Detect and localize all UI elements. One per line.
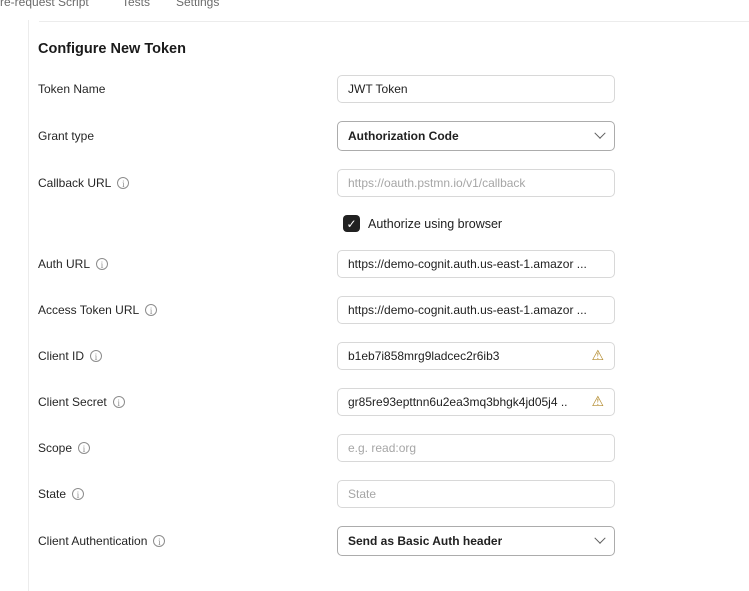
field-row-token-name: Token Name (38, 75, 616, 103)
vertical-divider (28, 20, 29, 591)
field-row-client-secret: Client Secret i ⚠ (38, 388, 616, 416)
grant-type-label-cell: Grant type (38, 129, 337, 143)
horizontal-divider (39, 21, 749, 22)
grant-type-select[interactable]: Authorization Code (337, 121, 615, 151)
scope-label: Scope (38, 441, 72, 455)
client-id-label: Client ID (38, 349, 84, 363)
info-icon[interactable]: i (153, 535, 165, 547)
access-token-url-label: Access Token URL (38, 303, 139, 317)
client-id-label-cell: Client ID i (38, 349, 337, 363)
field-row-client-authentication: Client Authentication i Send as Basic Au… (38, 526, 616, 556)
callback-url-label-cell: Callback URL i (38, 176, 337, 190)
field-row-state: State i (38, 480, 616, 508)
token-name-input[interactable] (348, 82, 604, 96)
info-icon[interactable]: i (113, 396, 125, 408)
state-input-box (337, 480, 615, 508)
authorize-browser-checkbox[interactable]: ✓ (343, 215, 360, 232)
warning-icon[interactable]: ⚠ (591, 395, 604, 409)
field-row-client-id: Client ID i ⚠ (38, 342, 616, 370)
info-icon[interactable]: i (72, 488, 84, 500)
token-name-input-box (337, 75, 615, 103)
auth-url-input[interactable] (348, 257, 604, 271)
authorize-browser-label: Authorize using browser (368, 217, 502, 231)
info-icon[interactable]: i (90, 350, 102, 362)
client-id-input[interactable] (348, 349, 585, 363)
field-row-access-token-url: Access Token URL i (38, 296, 616, 324)
field-row-auth-url: Auth URL i (38, 250, 616, 278)
tab-tests[interactable]: Tests (122, 0, 150, 8)
client-authentication-value: Send as Basic Auth header (348, 534, 502, 548)
request-tabs: Pre-request Script Tests Settings (0, 0, 749, 9)
access-token-url-input-box (337, 296, 615, 324)
client-authentication-select[interactable]: Send as Basic Auth header (337, 526, 615, 556)
state-label: State (38, 487, 66, 501)
auth-url-label: Auth URL (38, 257, 90, 271)
client-authentication-label-cell: Client Authentication i (38, 534, 337, 548)
scope-input-box (337, 434, 615, 462)
client-authentication-label: Client Authentication (38, 534, 147, 548)
tab-settings[interactable]: Settings (176, 0, 219, 8)
client-secret-label-cell: Client Secret i (38, 395, 337, 409)
client-id-input-box: ⚠ (337, 342, 615, 370)
client-secret-input[interactable] (348, 395, 585, 409)
callback-url-input[interactable] (348, 176, 604, 190)
grant-type-label: Grant type (38, 129, 94, 143)
field-row-callback-url: Callback URL i (38, 169, 616, 197)
warning-icon[interactable]: ⚠ (591, 349, 604, 363)
auth-url-input-box (337, 250, 615, 278)
scope-input[interactable] (348, 441, 604, 455)
checkmark-icon: ✓ (346, 218, 356, 230)
field-row-scope: Scope i (38, 434, 616, 462)
access-token-url-input[interactable] (348, 303, 604, 317)
page-title: Configure New Token (38, 41, 616, 58)
configure-token-form: Configure New Token Token Name Grant typ… (38, 41, 616, 574)
info-icon[interactable]: i (117, 177, 129, 189)
access-token-url-label-cell: Access Token URL i (38, 303, 337, 317)
client-secret-label: Client Secret (38, 395, 107, 409)
grant-type-value: Authorization Code (348, 129, 459, 143)
callback-url-label: Callback URL (38, 176, 111, 190)
callback-url-input-box (337, 169, 615, 197)
chevron-down-icon (594, 128, 605, 139)
token-name-label-cell: Token Name (38, 82, 337, 96)
tab-pre-request-script[interactable]: Pre-request Script (0, 0, 89, 8)
scope-label-cell: Scope i (38, 441, 337, 455)
auth-url-label-cell: Auth URL i (38, 257, 337, 271)
authorize-browser-row: ✓ Authorize using browser (343, 215, 616, 232)
state-input[interactable] (348, 487, 604, 501)
info-icon[interactable]: i (145, 304, 157, 316)
client-secret-input-box: ⚠ (337, 388, 615, 416)
field-row-grant-type: Grant type Authorization Code (38, 121, 616, 151)
state-label-cell: State i (38, 487, 337, 501)
token-name-label: Token Name (38, 82, 105, 96)
chevron-down-icon (594, 533, 605, 544)
info-icon[interactable]: i (96, 258, 108, 270)
info-icon[interactable]: i (78, 442, 90, 454)
